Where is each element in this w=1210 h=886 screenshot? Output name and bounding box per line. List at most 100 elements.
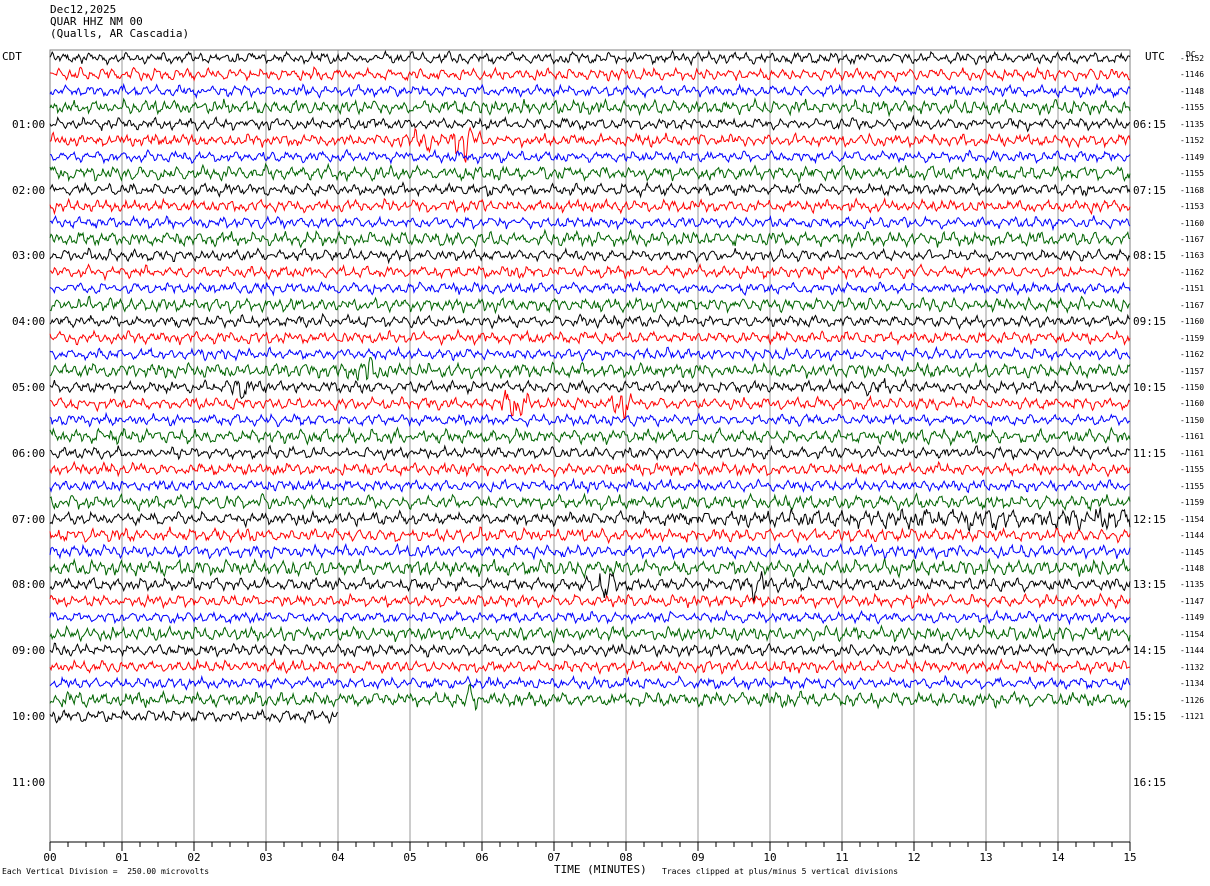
x-tick-label: 03 bbox=[259, 851, 272, 864]
x-tick-label: 12 bbox=[907, 851, 920, 864]
seismic-trace bbox=[49, 356, 1131, 381]
right-hour-label: 14:15 bbox=[1133, 644, 1167, 658]
trace-group bbox=[49, 49, 1131, 725]
x-axis: 00 01 02 03 04 05 06 07 08 09 10 11 12 13 14 15 bbox=[43, 841, 1137, 864]
seismic-trace bbox=[49, 444, 1131, 461]
dc-offset-value: -1167 bbox=[1180, 234, 1205, 244]
seismic-trace bbox=[49, 507, 1131, 533]
seismic-trace bbox=[49, 460, 1131, 478]
x-tick-label: 00 bbox=[43, 851, 56, 864]
seismic-trace bbox=[49, 214, 1131, 232]
left-hour-label: 09:00 bbox=[12, 644, 46, 658]
dc-offset-value: -1154 bbox=[1180, 629, 1205, 639]
dc-offset-value: -1157 bbox=[1180, 366, 1205, 376]
seismic-trace bbox=[49, 683, 1131, 712]
dc-offset-value: -1152 bbox=[1180, 54, 1205, 63]
seismic-trace bbox=[49, 280, 1131, 297]
seismic-trace bbox=[50, 148, 1131, 165]
left-hour-label: 10:00 bbox=[12, 710, 46, 723]
dc-offset-value: -1148 bbox=[1180, 563, 1205, 573]
seismic-trace bbox=[49, 623, 1131, 644]
right-hour-label: 08:15 bbox=[1133, 249, 1167, 263]
seismic-trace bbox=[49, 162, 1131, 184]
scale-note: Each Vertical Division = 250.00 microvol… bbox=[2, 867, 210, 876]
seismic-trace bbox=[49, 609, 1131, 626]
x-tick-label: 15 bbox=[1123, 851, 1136, 864]
dc-offset-value: -1126 bbox=[1180, 695, 1205, 705]
dc-offset-value: -1159 bbox=[1180, 333, 1205, 343]
x-tick-label: 14 bbox=[1051, 851, 1065, 864]
plot-grid bbox=[49, 49, 1131, 843]
seismic-trace bbox=[49, 345, 1131, 363]
left-hour-label: 01:00 bbox=[12, 117, 46, 131]
seismic-trace bbox=[49, 657, 1131, 676]
dc-offset-value: -1151 bbox=[1180, 284, 1205, 294]
left-hour-label: 04:00 bbox=[12, 315, 46, 329]
left-hour-label: 07:00 bbox=[12, 512, 46, 526]
seismic-trace bbox=[49, 557, 1131, 580]
dc-offset-value: -1155 bbox=[1180, 481, 1205, 491]
left-hour-label: 11:00 bbox=[12, 775, 46, 789]
dc-offset-value: -1159 bbox=[1180, 498, 1205, 508]
dc-offset-value: -1160 bbox=[1180, 399, 1205, 409]
dc-offset-value: -1149 bbox=[1180, 152, 1205, 162]
dc-offset-value: -1161 bbox=[1180, 432, 1205, 442]
dc-offset-value: -1150 bbox=[1180, 415, 1205, 425]
dc-offset-value: -1160 bbox=[1180, 317, 1205, 327]
x-tick-label: 01 bbox=[115, 851, 128, 864]
right-hour-label: 11:15 bbox=[1133, 446, 1167, 460]
right-hour-label: 07:15 bbox=[1133, 183, 1167, 197]
right-hour-label: 13:15 bbox=[1133, 578, 1167, 592]
left-hour-label: 03:00 bbox=[12, 249, 46, 263]
right-hour-label: 15:15 bbox=[1133, 710, 1167, 723]
x-tick-label: 04 bbox=[331, 851, 345, 864]
dc-offset-value: -1155 bbox=[1180, 169, 1205, 179]
dc-offset-value: -1145 bbox=[1180, 547, 1205, 557]
dc-offset-value: -1155 bbox=[1180, 465, 1205, 475]
x-tick-label: 11 bbox=[835, 851, 848, 864]
dc-offset-value: -1135 bbox=[1180, 580, 1205, 590]
seismic-trace bbox=[49, 642, 1131, 658]
dc-offset-value: -1163 bbox=[1180, 251, 1205, 261]
left-hour-label: 06:00 bbox=[12, 446, 46, 460]
dc-offset-value: -1160 bbox=[1180, 218, 1205, 228]
dc-offset-value: -1148 bbox=[1180, 86, 1205, 96]
clip-note: Traces clipped at plus/minus 5 vertical … bbox=[662, 867, 899, 876]
right-hour-label: 10:15 bbox=[1133, 381, 1167, 394]
helicorder-plot: 00 01 02 03 04 05 06 07 08 09 10 11 12 13 14 15 bbox=[43, 49, 1137, 864]
dc-offset-value: -1144 bbox=[1180, 646, 1205, 656]
seismic-trace bbox=[49, 328, 1131, 347]
dc-offset-value: -1144 bbox=[1180, 531, 1205, 541]
dc-offset-value: -1135 bbox=[1180, 119, 1205, 129]
right-hour-label: 12:15 bbox=[1133, 512, 1167, 526]
left-hour-label: 02:00 bbox=[12, 183, 46, 197]
seismic-trace bbox=[49, 126, 1131, 163]
right-hour-label: 09:15 bbox=[1133, 315, 1167, 329]
seismic-trace bbox=[49, 571, 1131, 603]
seismic-trace bbox=[49, 263, 1131, 282]
right-hour-label: 16:15 bbox=[1133, 775, 1167, 789]
dc-offset-value: -1168 bbox=[1180, 185, 1205, 195]
seismic-trace bbox=[49, 196, 1131, 216]
x-axis-title: TIME (MINUTES) bbox=[554, 863, 647, 876]
dc-offset-value: -1147 bbox=[1180, 596, 1205, 606]
seismic-trace bbox=[49, 295, 1131, 315]
seismic-trace bbox=[49, 97, 1131, 118]
seismic-trace bbox=[49, 82, 1131, 99]
x-tick-label: 09 bbox=[691, 851, 704, 864]
seismic-trace bbox=[49, 378, 1131, 400]
left-hour-label: 08:00 bbox=[12, 578, 46, 592]
seismic-trace bbox=[49, 228, 1131, 249]
seismic-trace bbox=[49, 181, 1131, 199]
seismic-trace bbox=[49, 492, 1131, 513]
x-tick-label: 10 bbox=[763, 851, 776, 864]
seismic-trace bbox=[49, 312, 1131, 330]
seismic-trace bbox=[49, 66, 1131, 83]
dc-offset-value: -1134 bbox=[1180, 679, 1205, 689]
dc-offset-value: -1161 bbox=[1180, 448, 1205, 458]
dc-offset-value: -1152 bbox=[1180, 136, 1205, 146]
dc-offset-value: -1132 bbox=[1180, 662, 1205, 672]
seismic-trace bbox=[49, 389, 1131, 421]
left-hour-label: 05:00 bbox=[12, 381, 46, 394]
seismic-trace bbox=[49, 49, 1131, 67]
